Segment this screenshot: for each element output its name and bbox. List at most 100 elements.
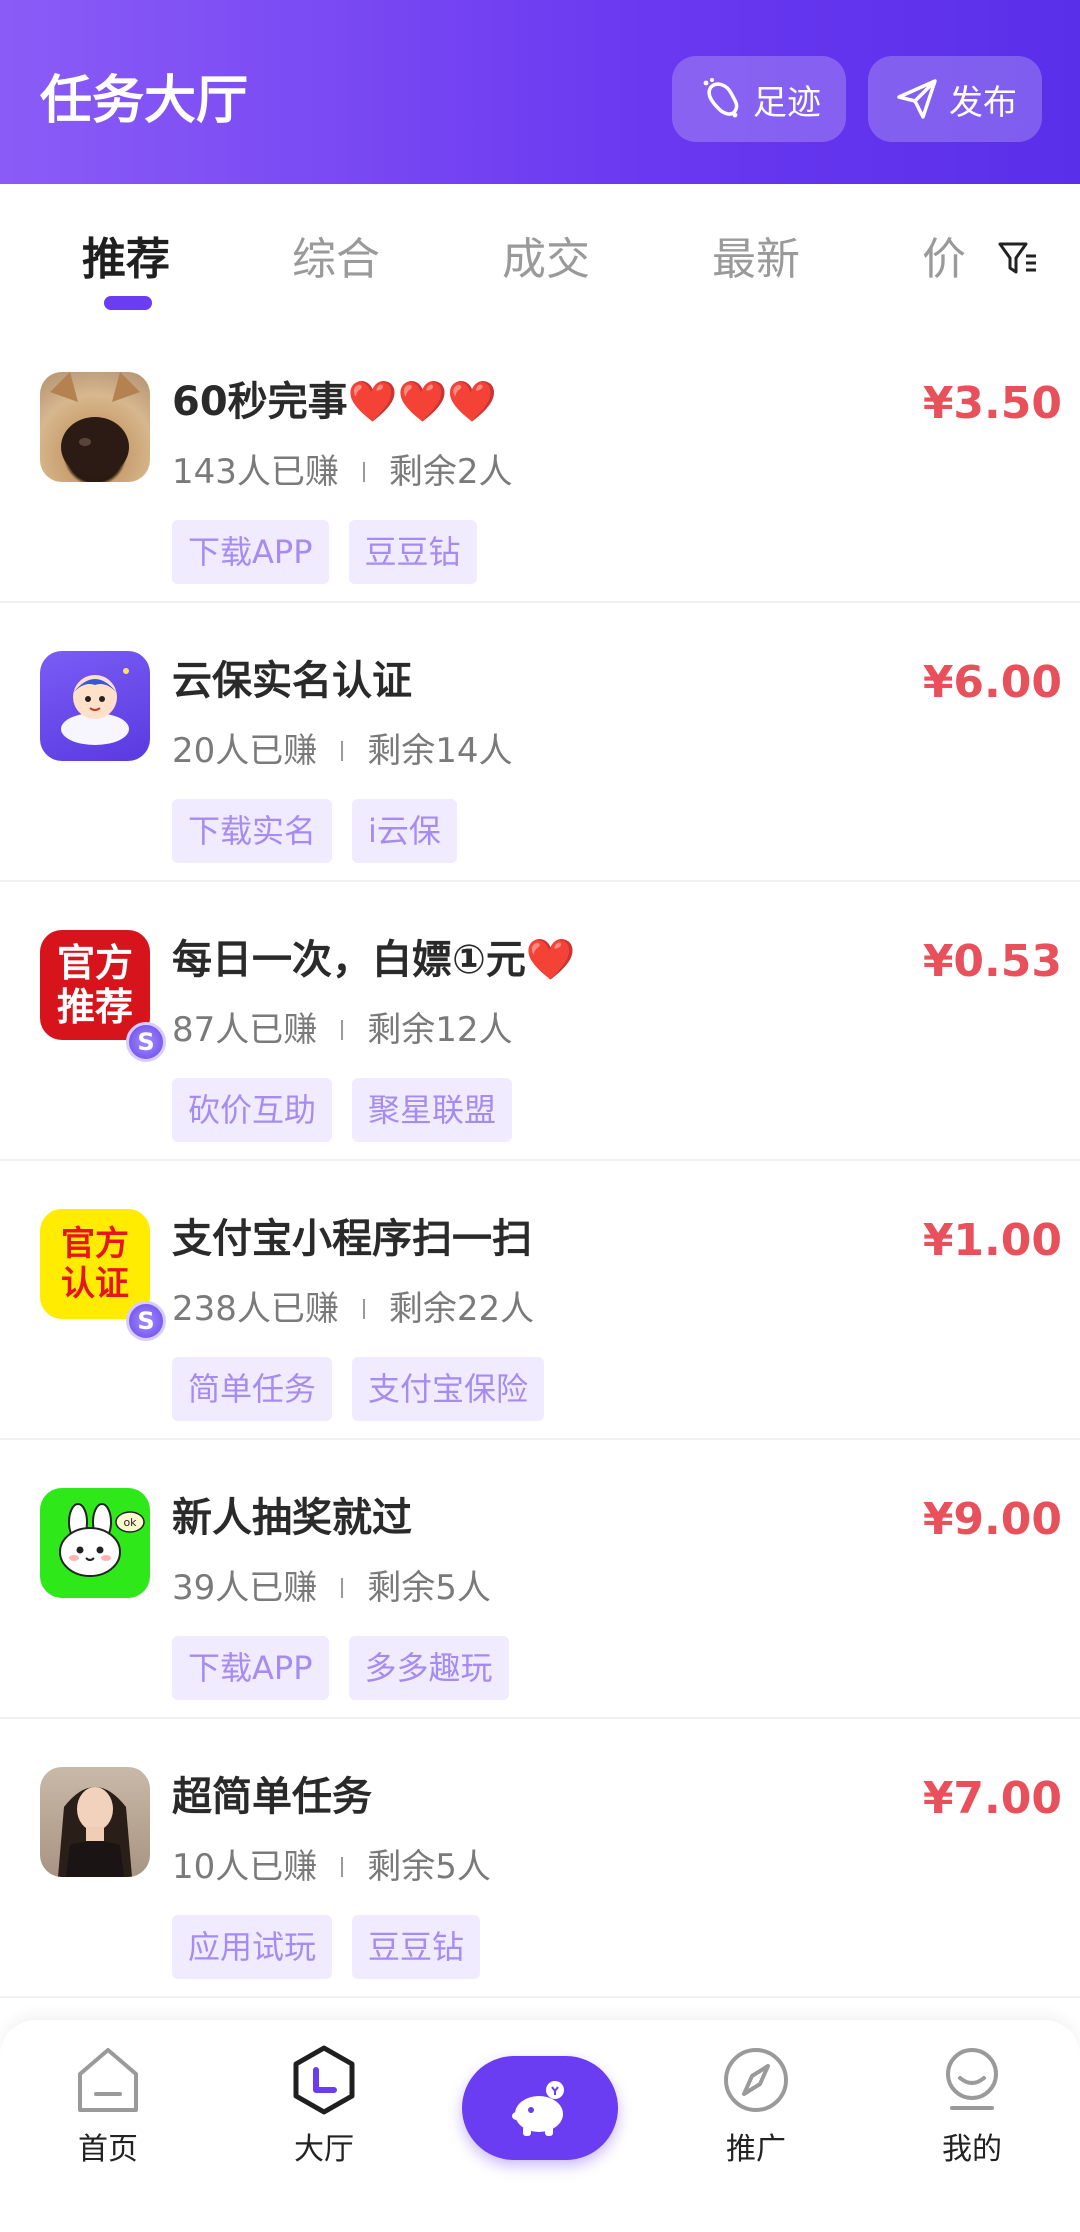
task-title: 超简单任务 (172, 1774, 372, 1820)
profile-icon (946, 2048, 998, 2110)
meta-divider (341, 1578, 344, 1598)
task-price: ¥3.50 (922, 378, 1062, 429)
task-avatar-official-recommend: 官方 推荐 (40, 930, 150, 1040)
footprint-button[interactable]: 足迹 (672, 56, 846, 142)
task-tag: 豆豆钻 (348, 520, 477, 584)
tag-list: 下载实名 i云保 (172, 799, 477, 863)
tag-list: 下载APP 豆豆钻 (172, 520, 497, 584)
earned-count: 143人已赚 (172, 452, 339, 492)
task-tag: 应用试玩 (172, 1915, 333, 1979)
meta-divider (362, 462, 365, 482)
meta-divider (341, 1020, 344, 1040)
task-tag: 砍价互助 (172, 1078, 333, 1142)
task-title: 每日一次，白嫖①元❤️ (172, 937, 576, 983)
task-meta: 10人已赚 剩余5人 (172, 1843, 491, 1891)
remaining-count: 剩余22人 (388, 1289, 535, 1329)
bottom-nav: 首页 大厅 推广 我的 (0, 2020, 1080, 2232)
task-tag: 简单任务 (172, 1357, 333, 1421)
task-price: ¥9.00 (922, 1494, 1062, 1545)
page-title: 任务大厅 (40, 71, 249, 131)
task-avatar-dog (40, 372, 150, 482)
task-tag: 支付宝保险 (352, 1357, 545, 1421)
task-meta: 143人已赚 剩余2人 (172, 448, 513, 496)
tab-overall[interactable]: 综合 (292, 230, 380, 290)
publish-label: 发布 (949, 82, 1017, 123)
meta-divider (341, 741, 344, 761)
task-meta: 39人已赚 剩余5人 (172, 1564, 491, 1612)
nav-home[interactable]: 首页 (48, 2042, 168, 2168)
task-price: ¥6.00 (922, 657, 1062, 708)
remaining-count: 剩余2人 (388, 452, 513, 492)
task-avatar-official-certify: 官方 认证 (40, 1209, 150, 1319)
remaining-count: 剩余5人 (367, 1568, 491, 1608)
nav-home-label: 首页 (78, 2132, 138, 2167)
tag-list: 下载APP 多多趣玩 (172, 1636, 529, 1700)
tab-deals[interactable]: 成交 (502, 230, 590, 290)
task-tag: 豆豆钻 (352, 1915, 481, 1979)
earned-count: 238人已赚 (172, 1289, 339, 1329)
task-row[interactable]: 官方 认证 S 支付宝小程序扫一扫 238人已赚 剩余22人 简单任务 支付宝保… (0, 1161, 1080, 1440)
task-price: ¥1.00 (922, 1215, 1062, 1266)
earned-count: 10人已赚 (172, 1847, 318, 1887)
nav-mine-label: 我的 (942, 2132, 1002, 2167)
task-row[interactable]: 60秒完事❤️❤️❤️ 143人已赚 剩余2人 下载APP 豆豆钻 ¥3.50 (0, 324, 1080, 603)
filter-icon[interactable] (996, 236, 1040, 280)
nav-promote[interactable]: 推广 (696, 2042, 816, 2168)
footprint-label: 足迹 (753, 82, 821, 123)
verified-badge-icon: S (126, 1022, 166, 1062)
nav-mine[interactable]: 我的 (912, 2042, 1032, 2168)
hall-icon (293, 2045, 355, 2115)
task-tag: i云保 (352, 799, 457, 863)
home-icon (78, 2048, 138, 2112)
footprint-icon (703, 78, 739, 118)
task-price: ¥0.53 (922, 936, 1062, 987)
earned-count: 87人已赚 (172, 1010, 318, 1050)
task-title: 云保实名认证 (172, 658, 412, 704)
compass-icon (724, 2048, 788, 2112)
tab-price[interactable]: 价 (922, 230, 966, 290)
task-title: 60秒完事❤️❤️❤️ (172, 379, 498, 425)
remaining-count: 剩余12人 (367, 1010, 513, 1050)
task-tag: 下载APP (172, 520, 329, 584)
bubble-text: ok (123, 1516, 137, 1529)
task-list: 60秒完事❤️❤️❤️ 143人已赚 剩余2人 下载APP 豆豆钻 ¥3.50 (0, 324, 1080, 1998)
tab-newest[interactable]: 最新 (712, 230, 800, 290)
task-meta: 20人已赚 剩余14人 (172, 727, 513, 775)
task-avatar-bunny: ok (40, 1488, 150, 1598)
send-icon (897, 79, 937, 119)
remaining-count: 剩余14人 (367, 731, 513, 771)
nav-hall-label: 大厅 (294, 2132, 354, 2167)
nav-hall[interactable]: 大厅 (264, 2042, 384, 2168)
task-meta: 87人已赚 剩余12人 (172, 1006, 513, 1054)
remaining-count: 剩余5人 (367, 1847, 491, 1887)
task-tag: 下载实名 (172, 799, 333, 863)
header: 任务大厅 足迹 发布 (0, 0, 1080, 184)
task-tag: 多多趣玩 (348, 1636, 509, 1700)
nav-promote-label: 推广 (726, 2132, 786, 2167)
task-row[interactable]: 云保实名认证 20人已赚 剩余14人 下载实名 i云保 ¥6.00 (0, 603, 1080, 882)
task-tag: 聚星联盟 (352, 1078, 513, 1142)
tab-bar: 推荐 综合 成交 最新 价 (0, 184, 1080, 324)
tab-recommend[interactable]: 推荐 (82, 230, 170, 290)
verified-badge-icon: S (126, 1301, 166, 1341)
task-tag: 下载APP (172, 1636, 329, 1700)
meta-divider (341, 1857, 344, 1877)
task-avatar-woman (40, 1767, 150, 1877)
task-title: 新人抽奖就过 (172, 1495, 412, 1541)
center-piggy-button[interactable] (462, 2056, 618, 2160)
task-avatar-app (40, 651, 150, 761)
task-title: 支付宝小程序扫一扫 (172, 1216, 532, 1262)
task-meta: 238人已赚 剩余22人 (172, 1285, 534, 1333)
earned-count: 39人已赚 (172, 1568, 318, 1608)
publish-button[interactable]: 发布 (868, 56, 1042, 142)
piggy-bank-icon (512, 2081, 564, 2136)
task-row[interactable]: 官方 推荐 S 每日一次，白嫖①元❤️ 87人已赚 剩余12人 砍价互助 聚星联… (0, 882, 1080, 1161)
tag-list: 砍价互助 聚星联盟 (172, 1078, 532, 1142)
earned-count: 20人已赚 (172, 731, 318, 771)
task-price: ¥7.00 (922, 1773, 1062, 1824)
task-row[interactable]: ok 新人抽奖就过 39人已赚 剩余5人 下载APP 多多趣玩 ¥9.00 (0, 1440, 1080, 1719)
tag-list: 应用试玩 豆豆钻 (172, 1915, 500, 1979)
task-row[interactable]: 超简单任务 10人已赚 剩余5人 应用试玩 豆豆钻 ¥7.00 (0, 1719, 1080, 1998)
tab-indicator (104, 296, 152, 310)
meta-divider (362, 1299, 365, 1319)
